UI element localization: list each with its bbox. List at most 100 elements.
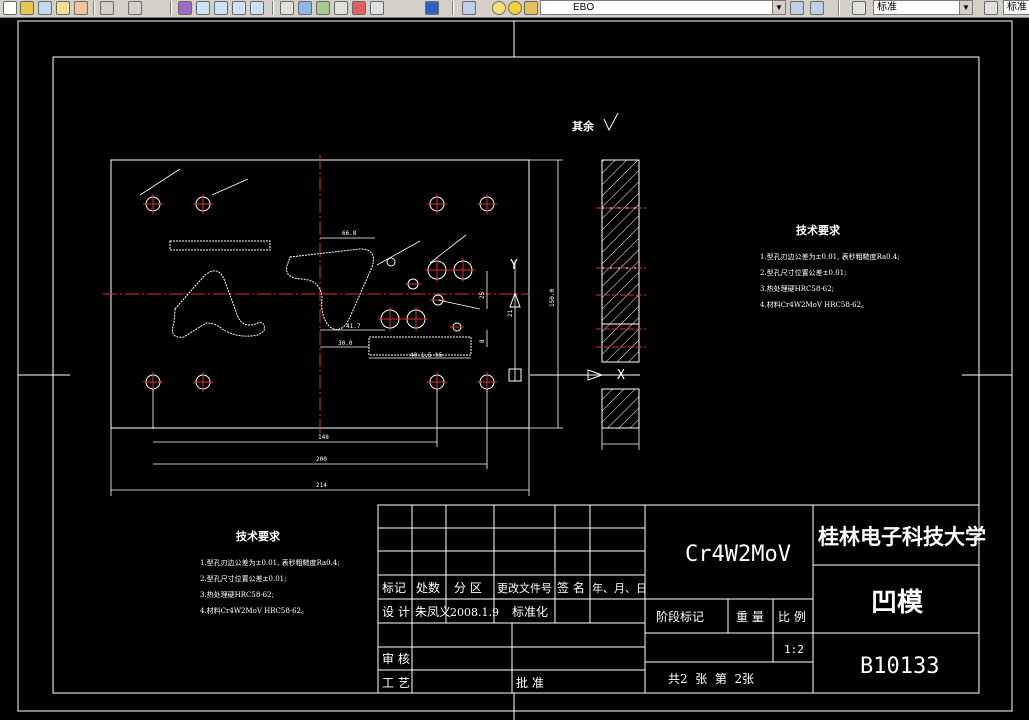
- section-hatch-low: [601, 323, 640, 363]
- drawing-canvas[interactable]: Y 148 200 214 150.0 66.8 41.7 30.0 40.1.…: [0, 17, 1029, 720]
- section-hatch-bottom: [601, 388, 640, 429]
- tech-req-title: 技术要求: [796, 223, 841, 237]
- roughness-note: 其余: [572, 119, 595, 133]
- match-properties-icon[interactable]: [56, 1, 70, 15]
- zoom-realtime-icon[interactable]: [196, 1, 210, 15]
- properties-icon[interactable]: [280, 1, 294, 15]
- scale-value: 1:2: [784, 643, 804, 656]
- toolbar-separator: [170, 1, 172, 15]
- header-change-doc: 更改文件号: [497, 581, 552, 595]
- standard-label: 标准化: [512, 605, 548, 619]
- text-style-value: 标准: [877, 2, 897, 13]
- designer-name: 朱凤义: [415, 605, 451, 619]
- dim-21: 21: [507, 309, 514, 317]
- redo-icon[interactable]: [128, 1, 142, 15]
- section-dims: [601, 428, 640, 450]
- dim-style-value: 标准: [1007, 2, 1027, 13]
- tech-req-item-2: 2.型孔尺寸位置公差±0.01;: [760, 268, 847, 277]
- tech-req-item-1: 1.型孔刃边公差为±0.01, 表秒粗糙度Ra0.4;: [760, 252, 900, 261]
- section-view[interactable]: X: [530, 159, 646, 450]
- zoom-window-icon[interactable]: [214, 1, 228, 15]
- layer-combo[interactable]: EBO ▼: [540, 0, 786, 15]
- layer-previous-icon[interactable]: [790, 1, 804, 15]
- dim-style-icon[interactable]: [984, 1, 998, 15]
- chevron-down-icon[interactable]: ▼: [772, 1, 785, 14]
- slot-hole: [169, 240, 271, 251]
- punch-profile-center: [286, 248, 374, 330]
- dim-200: 200: [316, 456, 327, 463]
- process-label: 工 艺: [382, 676, 410, 690]
- brush-icon[interactable]: [74, 1, 88, 15]
- toolbar-separator: [272, 1, 274, 15]
- layer-manager-icon[interactable]: [462, 1, 476, 15]
- dim-148: 148: [318, 434, 329, 441]
- calculator-icon[interactable]: [370, 1, 384, 15]
- new-file-icon[interactable]: [3, 1, 17, 15]
- punch-profile-left: [171, 270, 265, 338]
- dim-41: 41.7: [346, 323, 361, 330]
- toolbar-separator: [93, 1, 95, 15]
- dim-66: 66.8: [342, 230, 357, 237]
- dim-150: 150.0: [549, 289, 556, 307]
- title-block-text: 标记 处数 分 区 更改文件号 签 名 年、月、日 设 计 朱凤义 2008.1…: [382, 524, 986, 690]
- roughness-symbol: [603, 112, 619, 132]
- material-name: Cr4W2MoV: [685, 542, 791, 567]
- tech-req2-item-4: 4.材料Cr4W2MoV HRC58-62。: [200, 606, 308, 615]
- tech-req2-item-1: 1.型孔刃边公差为±0.01, 表秒粗糙度Ra0.4;: [200, 558, 340, 567]
- zoom-previous-icon[interactable]: [232, 1, 246, 15]
- layer-states-icon[interactable]: [810, 1, 824, 15]
- review-label: 审 核: [382, 651, 410, 666]
- pencil-icon[interactable]: [38, 1, 52, 15]
- layer-lock-icon: [524, 1, 538, 15]
- inner-frame: [52, 56, 980, 694]
- toolbar: EBO ▼ 标准 ▼ 标准: [0, 0, 1029, 18]
- section-hatch-mid: [601, 207, 640, 269]
- header-mark: 标记: [382, 581, 406, 595]
- open-folder-icon[interactable]: [20, 1, 34, 15]
- dim-style-combo[interactable]: 标准: [1003, 0, 1029, 15]
- header-signature: 签 名: [557, 580, 585, 595]
- sheets-info: 共2 张 第 2张: [668, 672, 754, 686]
- tech-req-item-4: 4.材料Cr4W2MoV HRC58-62。: [760, 300, 868, 309]
- drawing-number: B10133: [860, 654, 939, 679]
- help-icon[interactable]: [425, 1, 439, 15]
- x-axis-label: X: [617, 368, 625, 383]
- sheet-set-icon[interactable]: [334, 1, 348, 15]
- header-count: 处数: [416, 580, 440, 595]
- header-zone: 分 区: [454, 581, 482, 595]
- text-style-combo[interactable]: 标准 ▼: [873, 0, 973, 15]
- dim-8: 8: [479, 339, 486, 343]
- dim-40: 40.1.5 h5: [410, 352, 443, 359]
- section-hatch-mid2: [601, 267, 640, 325]
- layer-combo-value: EBO: [573, 2, 595, 13]
- markup-icon[interactable]: [352, 1, 366, 15]
- tech-req2-item-3: 3.热处理硬HRC58-62;: [200, 590, 274, 599]
- tech-req2-title: 技术要求: [236, 529, 281, 543]
- weight-label: 重 量: [736, 610, 764, 624]
- scale-label: 比 例: [778, 610, 806, 624]
- plan-view[interactable]: Y 148 200 214 150.0 66.8 41.7 30.0 40.1.…: [103, 155, 563, 496]
- dimension-lines: [110, 159, 563, 496]
- part-name: 凹模: [871, 588, 924, 618]
- zoom-extents-icon[interactable]: [250, 1, 264, 15]
- header-date: 年、月、日: [592, 581, 647, 595]
- chevron-down-icon[interactable]: ▼: [959, 1, 972, 14]
- dim-30: 30.0: [338, 340, 353, 347]
- layer-freeze-icon: [508, 1, 522, 15]
- pan-icon[interactable]: [178, 1, 192, 15]
- y-axis-label: Y: [510, 258, 518, 273]
- design-date: 2008.1.9: [450, 606, 499, 619]
- section-hatch-top: [601, 159, 640, 209]
- tech-req2-item-2: 2.型孔尺寸位置公差±0.01;: [200, 574, 287, 583]
- approve-label: 批 准: [516, 675, 544, 690]
- design-center-icon[interactable]: [298, 1, 312, 15]
- tech-req-item-3: 3.热处理硬HRC58-62;: [760, 284, 834, 293]
- design-label: 设 计: [382, 605, 410, 619]
- toolbar-separator: [452, 1, 454, 15]
- dim-214: 214: [316, 482, 327, 489]
- undo-icon[interactable]: [100, 1, 114, 15]
- stage-label: 阶段标记: [656, 609, 704, 624]
- text-style-icon[interactable]: [852, 1, 866, 15]
- tool-palettes-icon[interactable]: [316, 1, 330, 15]
- layer-on-icon: [492, 1, 506, 15]
